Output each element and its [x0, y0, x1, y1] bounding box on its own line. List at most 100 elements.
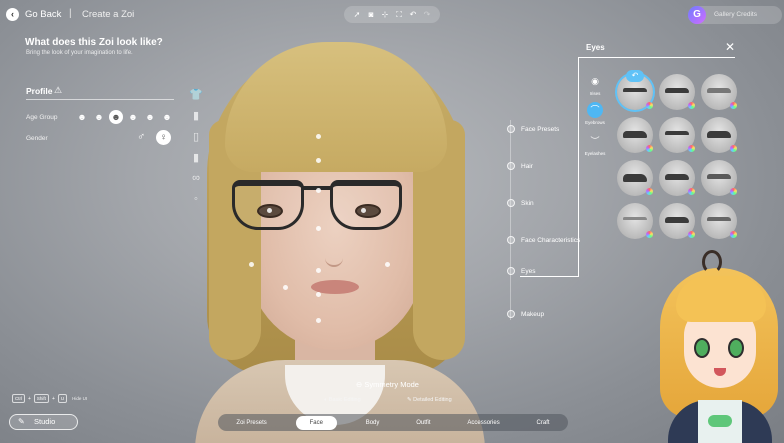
female-icon[interactable]: ♀ [156, 130, 171, 145]
zoi-character-model[interactable] [185, 30, 495, 443]
subtab-label: Eyelashes [584, 151, 606, 156]
color-picker-icon[interactable] [688, 231, 695, 238]
color-picker-icon[interactable] [646, 188, 653, 195]
age-middle-aged-icon[interactable]: ☻ [143, 110, 157, 124]
color-picker-icon[interactable] [646, 145, 653, 152]
category-connector [510, 120, 511, 320]
close-icon[interactable]: ✕ [725, 40, 735, 54]
subtab-irises[interactable]: ◉ Irises [580, 73, 610, 96]
color-picker-icon[interactable] [688, 102, 695, 109]
warning-icon[interactable]: ⚠ [54, 85, 62, 96]
category-hair[interactable]: Hair [507, 162, 533, 170]
age-group-label: Age Group [26, 114, 58, 121]
eyebrow-shape [623, 88, 647, 92]
edit-point[interactable] [385, 262, 390, 267]
back-arrow-icon[interactable]: ‹ [6, 8, 19, 21]
category-eyes[interactable]: Eyes [507, 267, 535, 275]
credits-icon: G [688, 6, 706, 24]
glasses-lens-left [232, 180, 304, 230]
accessory-icon[interactable]: ◦ [188, 193, 204, 209]
currency-display[interactable]: G Gallery Credits [688, 6, 782, 24]
eyebrow-preset[interactable] [659, 203, 695, 239]
eyebrow-preset[interactable] [659, 117, 695, 153]
category-label: Eyes [521, 267, 536, 275]
avatar-ahoge [702, 250, 722, 274]
edit-point[interactable] [361, 208, 366, 213]
age-adult-icon[interactable]: ☻ [126, 110, 140, 124]
studio-button[interactable]: ✎ Studio [9, 414, 78, 430]
redo-icon[interactable]: ↷ [422, 10, 432, 19]
socks-icon[interactable]: ▮ [188, 151, 204, 167]
color-picker-icon[interactable] [730, 231, 737, 238]
color-picker-icon[interactable] [730, 188, 737, 195]
edit-point[interactable] [267, 208, 272, 213]
male-icon[interactable]: ♂ [137, 131, 145, 143]
edit-point[interactable] [316, 226, 321, 231]
eyebrow-preset[interactable] [617, 160, 653, 196]
camera-icon[interactable]: ◙ [366, 10, 376, 19]
age-teen-icon[interactable]: ☻ [92, 110, 106, 124]
detailed-editing-button[interactable]: ✎ Detailed Editing [407, 397, 452, 403]
category-skin[interactable]: Skin [507, 199, 534, 207]
color-picker-icon[interactable] [688, 145, 695, 152]
tab-accessories[interactable]: Accessories [459, 417, 507, 429]
plus-sign: + [28, 395, 31, 402]
top-icon[interactable]: 👕 [188, 88, 204, 104]
focus-icon[interactable]: ⊹ [380, 10, 390, 19]
eyebrow-preset[interactable] [659, 74, 695, 110]
tab-zoi-presets[interactable]: Zoi Presets [228, 417, 274, 429]
eyebrow-preset[interactable] [701, 160, 737, 196]
color-picker-icon[interactable] [730, 145, 737, 152]
undo-icon[interactable]: ↶ [626, 70, 644, 82]
edit-point[interactable] [316, 188, 321, 193]
glasses-icon[interactable]: ∞ [188, 172, 204, 188]
tab-body[interactable]: Body [358, 417, 388, 429]
color-picker-icon[interactable] [646, 102, 653, 109]
eyebrow-preset[interactable] [701, 203, 737, 239]
iris-icon: ◉ [591, 76, 599, 86]
symmetry-mode-toggle[interactable]: ⊖ Symmetry Mode [356, 380, 419, 389]
age-elder-icon[interactable]: ☻ [160, 110, 174, 124]
tab-outfit[interactable]: Outfit [408, 417, 438, 429]
bottom-icon[interactable]: ▮ [188, 109, 204, 125]
edit-point[interactable] [316, 158, 321, 163]
edit-point[interactable] [283, 285, 288, 290]
age-child-icon[interactable]: ☻ [75, 110, 89, 124]
edit-point[interactable] [249, 262, 254, 267]
bangs [225, 42, 447, 172]
eyebrow-preset[interactable] [617, 203, 653, 239]
eyebrow-preset[interactable] [701, 74, 737, 110]
symmetry-label: Symmetry Mode [364, 380, 419, 389]
page-subtitle: Bring the look of your imagination to li… [26, 50, 133, 56]
edit-point[interactable] [316, 318, 321, 323]
shoes-icon[interactable]: ▯ [188, 130, 204, 146]
edit-point[interactable] [316, 268, 321, 273]
subtab-eyelashes[interactable]: ︶ Eyelashes [580, 133, 610, 156]
category-face-presets[interactable]: Face Presets [507, 125, 559, 133]
hide-ui-label: Hide UI [72, 396, 88, 401]
age-young-adult-icon[interactable]: ☻ [109, 110, 123, 124]
category-makeup[interactable]: Makeup [507, 310, 544, 318]
edit-point[interactable] [316, 292, 321, 297]
color-picker-icon[interactable] [730, 102, 737, 109]
undo-icon[interactable]: ↶ [408, 10, 418, 19]
eyebrow-shape [623, 174, 647, 182]
color-picker-icon[interactable] [688, 188, 695, 195]
eyebrow-preset[interactable] [701, 117, 737, 153]
expand-icon[interactable]: ⛶ [394, 10, 404, 20]
category-dot-icon [507, 236, 515, 244]
edit-point[interactable] [316, 134, 321, 139]
eyebrow-shape [707, 174, 731, 179]
subtab-eyebrows[interactable]: ⌒ Eyebrows [580, 102, 610, 125]
eyes-panel-border [578, 57, 579, 277]
eyebrow-preset[interactable] [617, 117, 653, 153]
rocket-icon[interactable]: ➚ [352, 10, 362, 19]
tab-craft[interactable]: Craft [529, 417, 558, 429]
eyes-panel-top-border [578, 57, 735, 58]
category-face-characteristics[interactable]: Face Characteristics [507, 236, 580, 244]
go-back-button[interactable]: Go Back [25, 9, 61, 20]
eyebrow-preset[interactable] [659, 160, 695, 196]
tab-face[interactable]: Face [295, 415, 337, 430]
basic-editing-button[interactable]: ◐ Basic Editing [324, 397, 361, 403]
color-picker-icon[interactable] [646, 231, 653, 238]
